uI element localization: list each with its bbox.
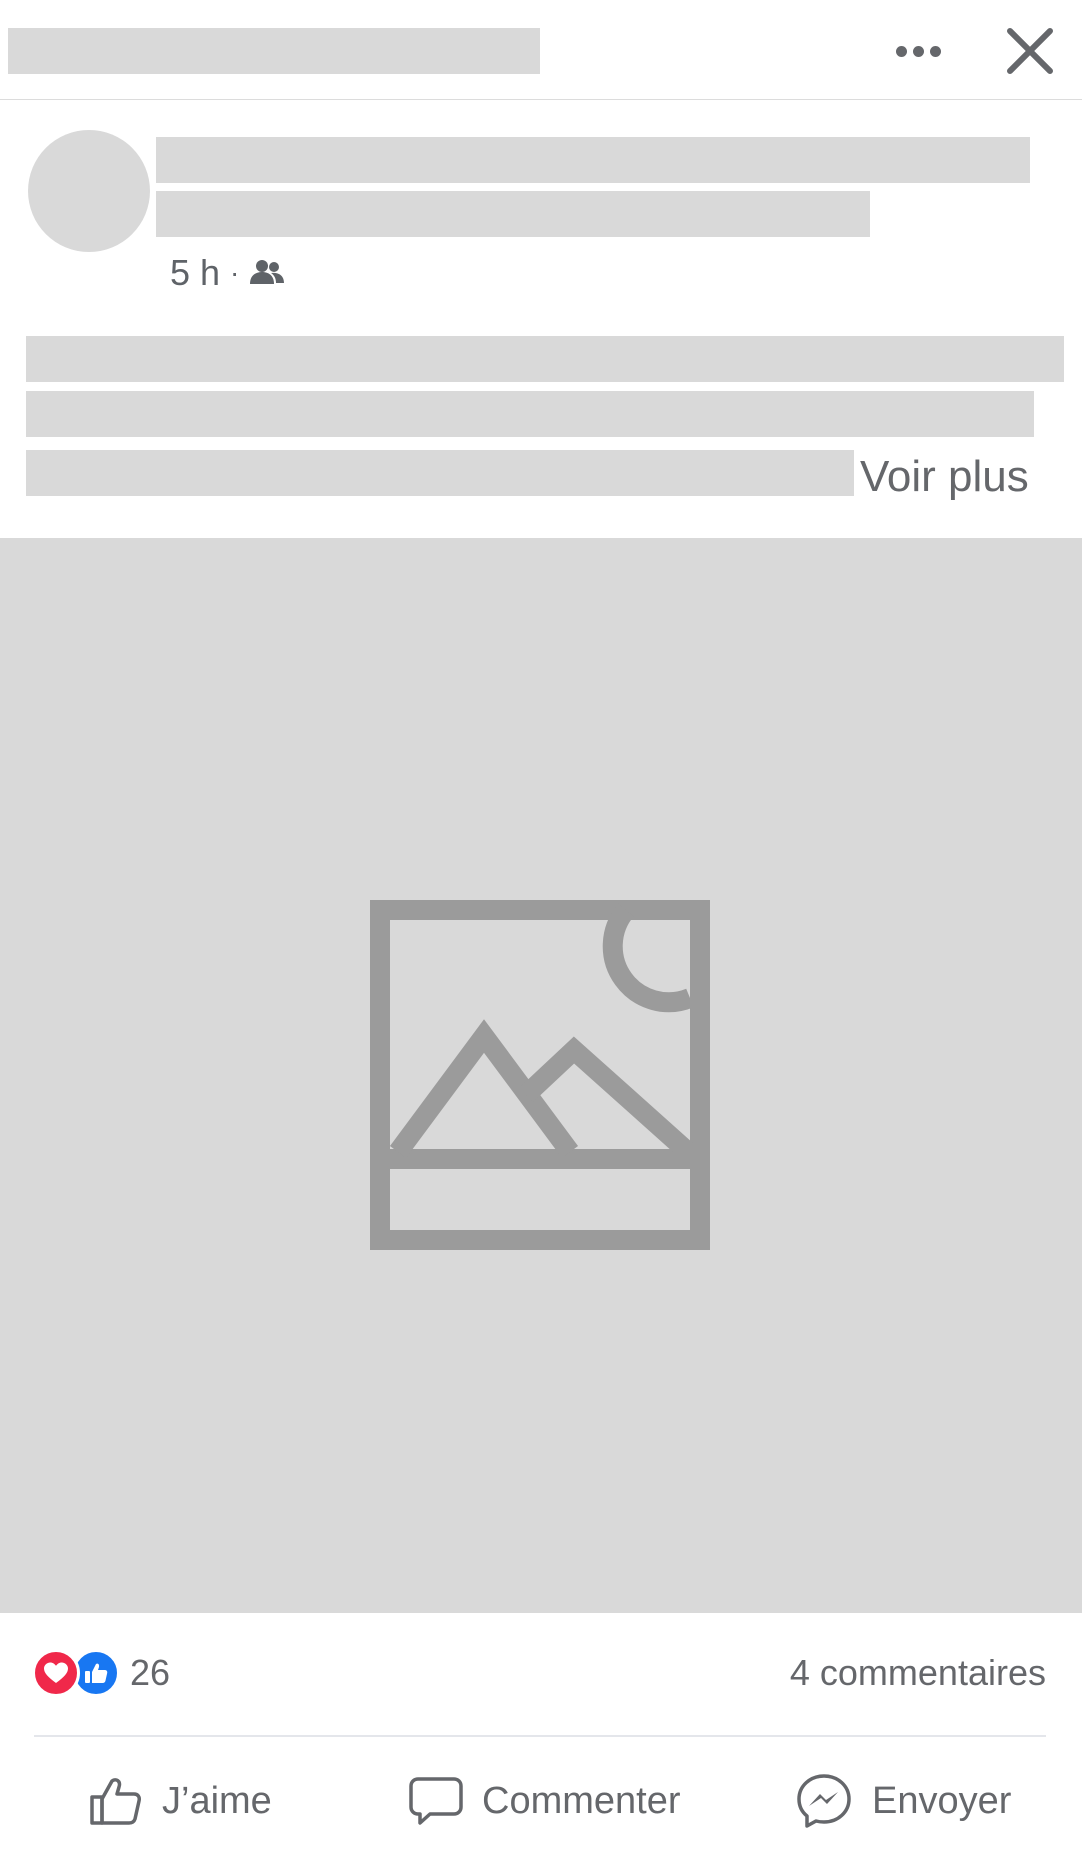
like-button[interactable]: J’aime	[88, 1768, 272, 1834]
reaction-count: 26	[130, 1652, 171, 1693]
author-name-placeholder	[156, 137, 1030, 183]
more-icon-dot	[929, 45, 941, 57]
image-placeholder-icon	[370, 900, 710, 1250]
title-placeholder	[8, 28, 540, 74]
send-button[interactable]: Envoyer	[794, 1768, 1011, 1834]
post-text-line	[26, 450, 854, 496]
meta-separator: ·	[230, 257, 240, 288]
comment-icon	[409, 1777, 463, 1825]
post-timestamp[interactable]: 5 h	[170, 252, 220, 294]
close-button[interactable]	[1000, 26, 1060, 76]
like-label: J’aime	[162, 1779, 272, 1822]
more-options-button[interactable]	[890, 28, 946, 74]
friends-icon	[250, 260, 285, 284]
author-subtitle-placeholder	[156, 191, 870, 237]
reactions-summary[interactable]: 26	[32, 1648, 170, 1698]
post-text-line	[26, 336, 1064, 382]
comments-count-link[interactable]: 4 commentaires	[790, 1652, 1046, 1694]
comment-label: Commenter	[482, 1779, 681, 1822]
post-actions: J’aime Commenter Envoyer	[0, 1740, 1082, 1860]
divider	[34, 1735, 1046, 1737]
avatar[interactable]	[28, 130, 150, 252]
top-bar	[0, 0, 1082, 100]
more-icon	[895, 45, 907, 57]
close-icon	[1007, 28, 1053, 74]
send-label: Envoyer	[872, 1779, 1012, 1822]
post-meta: 5 h ·	[170, 250, 285, 296]
more-icon-dot	[912, 45, 924, 57]
comment-button[interactable]: Commenter	[408, 1768, 681, 1834]
like-icon	[90, 1778, 141, 1825]
messenger-icon	[797, 1774, 851, 1828]
love-reaction-icon	[32, 1649, 80, 1697]
see-more-link[interactable]: Voir plus	[860, 450, 1029, 504]
post-text-line	[26, 391, 1034, 437]
